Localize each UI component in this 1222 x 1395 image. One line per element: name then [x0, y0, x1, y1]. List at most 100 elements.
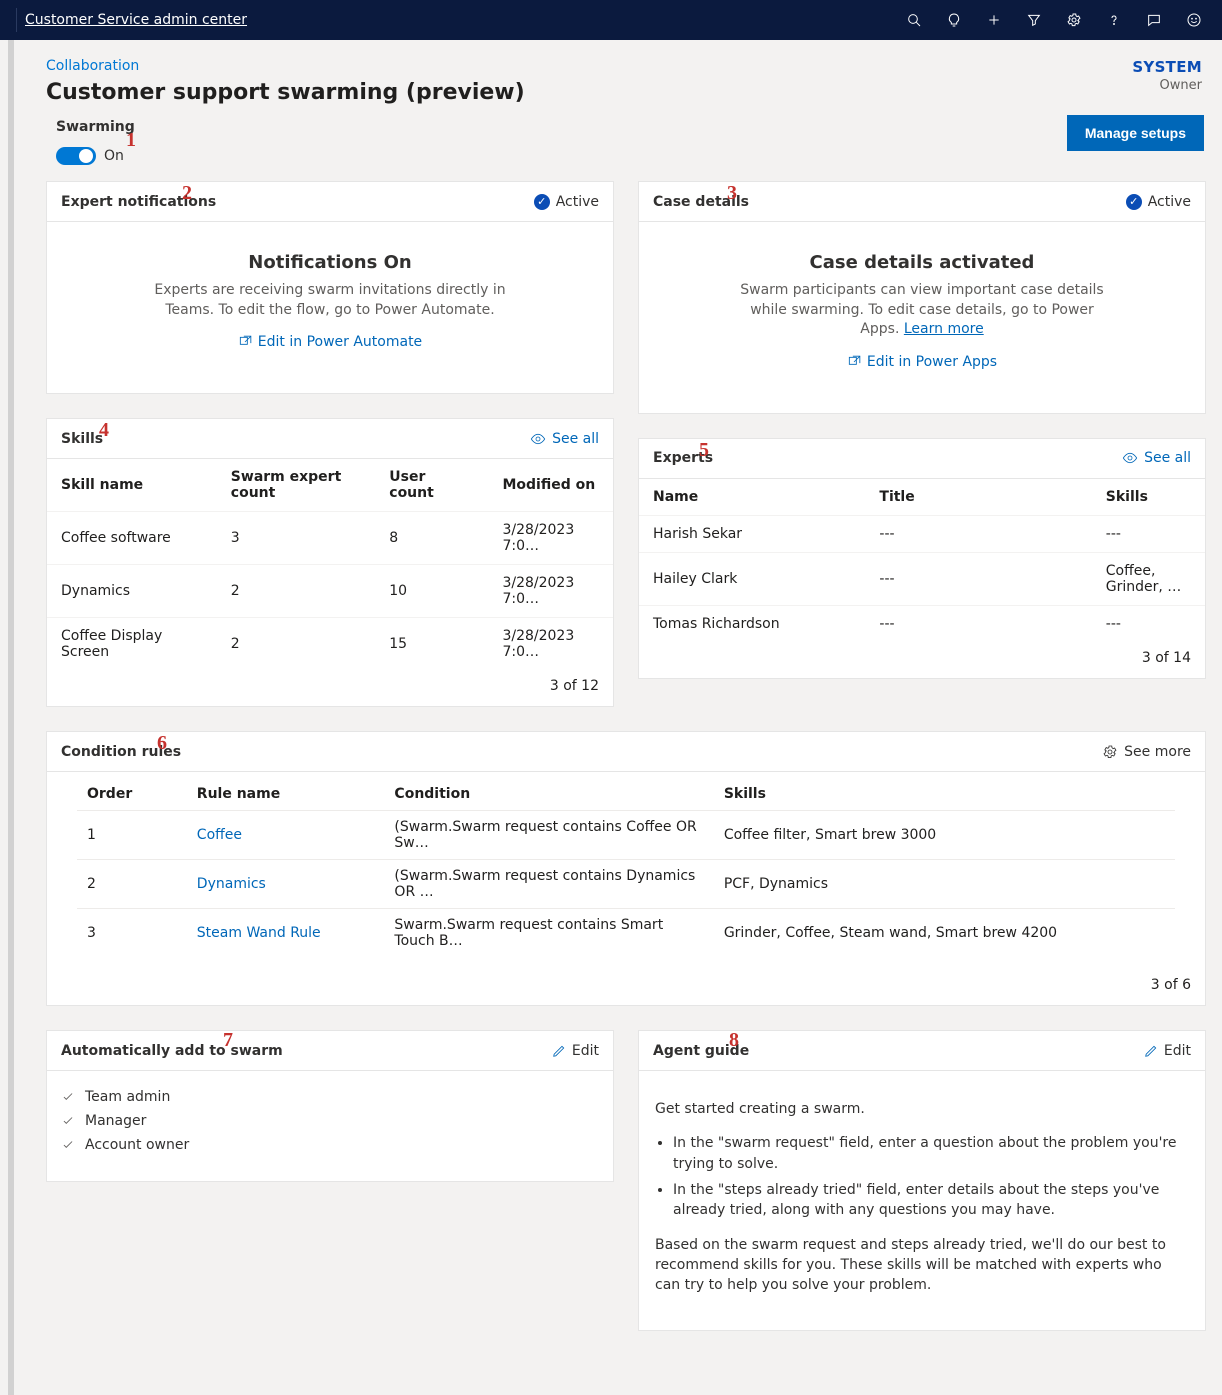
- check-icon: [61, 1138, 75, 1152]
- table-row[interactable]: 3Steam Wand RuleSwarm.Swarm request cont…: [77, 909, 1175, 958]
- card-title: Expert notifications: [61, 194, 216, 210]
- rule-link[interactable]: Steam Wand Rule: [197, 925, 321, 941]
- app-title-link[interactable]: Customer Service admin center: [25, 12, 247, 28]
- see-all-link[interactable]: See all: [530, 431, 599, 447]
- skills-card: Skills 4 See all Skill name Swarm expert…: [46, 418, 614, 707]
- case-details-card: Case details 3 Active Case details activ…: [638, 181, 1206, 414]
- link-label: Edit in Power Apps: [867, 354, 997, 370]
- col-title[interactable]: Title: [865, 479, 1091, 516]
- col-modified-on[interactable]: Modified on: [488, 459, 613, 512]
- table-row[interactable]: Coffee Display Screen2153/28/2023 7:0…: [47, 618, 613, 671]
- table-row[interactable]: 1Coffee(Swarm.Swarm request contains Cof…: [77, 811, 1175, 860]
- check-icon: [61, 1090, 75, 1104]
- status-badge: Active: [534, 194, 599, 210]
- link-label: Edit in Power Automate: [258, 334, 422, 350]
- swarming-label: Swarming: [56, 119, 135, 135]
- page-title: Customer support swarming (preview): [46, 80, 1206, 105]
- eye-icon: [530, 431, 546, 447]
- card-title: Agent guide: [653, 1043, 749, 1059]
- filter-icon[interactable]: [1014, 0, 1054, 40]
- card-title: Experts: [653, 450, 713, 466]
- edit-power-automate-link[interactable]: Edit in Power Automate: [238, 334, 422, 350]
- lightbulb-icon[interactable]: [934, 0, 974, 40]
- rule-link[interactable]: Coffee: [197, 827, 242, 843]
- case-details-title: Case details activated: [659, 252, 1185, 273]
- manage-setups-button[interactable]: Manage setups: [1067, 115, 1204, 151]
- eye-icon: [1122, 450, 1138, 466]
- open-external-icon: [238, 335, 252, 349]
- see-all-link[interactable]: See all: [1122, 450, 1191, 466]
- swarming-toggle[interactable]: [56, 147, 96, 165]
- status-label: Active: [1148, 194, 1191, 210]
- guide-intro: Get started creating a swarm.: [655, 1099, 1189, 1119]
- status-label: Active: [556, 194, 599, 210]
- guide-bullet: In the "steps already tried" field, ente…: [673, 1180, 1189, 1221]
- table-row[interactable]: Coffee software383/28/2023 7:0…: [47, 512, 613, 565]
- chat-icon[interactable]: [1134, 0, 1174, 40]
- swarming-state: On: [104, 148, 124, 164]
- see-more-label: See more: [1124, 744, 1191, 760]
- smiley-icon[interactable]: [1174, 0, 1214, 40]
- col-rule-name[interactable]: Rule name: [187, 778, 385, 811]
- edit-link[interactable]: Edit: [552, 1043, 599, 1059]
- check-icon: [61, 1114, 75, 1128]
- edit-label: Edit: [572, 1043, 599, 1059]
- auto-add-card: Automatically add to swarm 7 Edit Team a…: [46, 1030, 614, 1182]
- condition-rules-card: Condition rules 6 See more Order Rule na…: [46, 731, 1206, 1006]
- checkmark-icon: [534, 194, 550, 210]
- gear-icon[interactable]: [1054, 0, 1094, 40]
- experts-table: Name Title Skills Harish Sekar------ Hai…: [639, 479, 1205, 642]
- rules-table: Order Rule name Condition Skills 1Coffee…: [77, 778, 1175, 957]
- table-footer: 3 of 14: [639, 642, 1205, 678]
- edit-power-apps-link[interactable]: Edit in Power Apps: [847, 354, 997, 370]
- table-footer: 3 of 12: [47, 670, 613, 706]
- status-badge: Active: [1126, 194, 1191, 210]
- owner-role: Owner: [1132, 78, 1202, 93]
- checkmark-icon: [1126, 194, 1142, 210]
- learn-more-link[interactable]: Learn more: [904, 321, 984, 337]
- see-all-label: See all: [552, 431, 599, 447]
- open-external-icon: [847, 355, 861, 369]
- card-title: Condition rules: [61, 744, 181, 760]
- owner-block: SYSTEM Owner: [1132, 58, 1202, 93]
- edit-link[interactable]: Edit: [1144, 1043, 1191, 1059]
- pencil-icon: [1144, 1044, 1158, 1058]
- top-navbar: Customer Service admin center: [0, 0, 1222, 40]
- col-user-count[interactable]: User count: [375, 459, 488, 512]
- table-row[interactable]: Dynamics2103/28/2023 7:0…: [47, 565, 613, 618]
- col-skills[interactable]: Skills: [714, 778, 1175, 811]
- list-item: Account owner: [57, 1133, 603, 1157]
- card-title: Skills: [61, 431, 103, 447]
- table-row[interactable]: Tomas Richardson------: [639, 605, 1205, 642]
- plus-icon[interactable]: [974, 0, 1014, 40]
- list-item: Manager: [57, 1109, 603, 1133]
- owner-name: SYSTEM: [1132, 58, 1202, 76]
- breadcrumb[interactable]: Collaboration: [46, 58, 1206, 74]
- table-row[interactable]: Harish Sekar------: [639, 515, 1205, 552]
- rule-link[interactable]: Dynamics: [197, 876, 266, 892]
- col-expert-count[interactable]: Swarm expert count: [217, 459, 375, 512]
- skills-table: Skill name Swarm expert count User count…: [47, 459, 613, 670]
- see-more-link[interactable]: See more: [1102, 744, 1191, 760]
- col-skill-name[interactable]: Skill name: [47, 459, 217, 512]
- help-icon[interactable]: [1094, 0, 1134, 40]
- case-details-text: Swarm participants can view important ca…: [732, 281, 1112, 340]
- expert-notifications-card: Expert notifications 2 Active Notificati…: [46, 181, 614, 394]
- col-order[interactable]: Order: [77, 778, 187, 811]
- card-title: Automatically add to swarm: [61, 1043, 283, 1059]
- list-item: Team admin: [57, 1085, 603, 1109]
- pencil-icon: [552, 1044, 566, 1058]
- table-row[interactable]: Hailey Clark---Coffee, Grinder, …: [639, 552, 1205, 605]
- guide-outro: Based on the swarm request and steps alr…: [655, 1235, 1189, 1296]
- gear-icon: [1102, 744, 1118, 760]
- agent-guide-card: Agent guide 8 Edit Get started creating …: [638, 1030, 1206, 1330]
- notifications-on-title: Notifications On: [67, 252, 593, 273]
- edit-label: Edit: [1164, 1043, 1191, 1059]
- col-condition[interactable]: Condition: [384, 778, 713, 811]
- table-row[interactable]: 2Dynamics(Swarm.Swarm request contains D…: [77, 860, 1175, 909]
- col-skills[interactable]: Skills: [1092, 479, 1205, 516]
- card-title: Case details: [653, 194, 749, 210]
- col-name[interactable]: Name: [639, 479, 865, 516]
- search-icon[interactable]: [894, 0, 934, 40]
- see-all-label: See all: [1144, 450, 1191, 466]
